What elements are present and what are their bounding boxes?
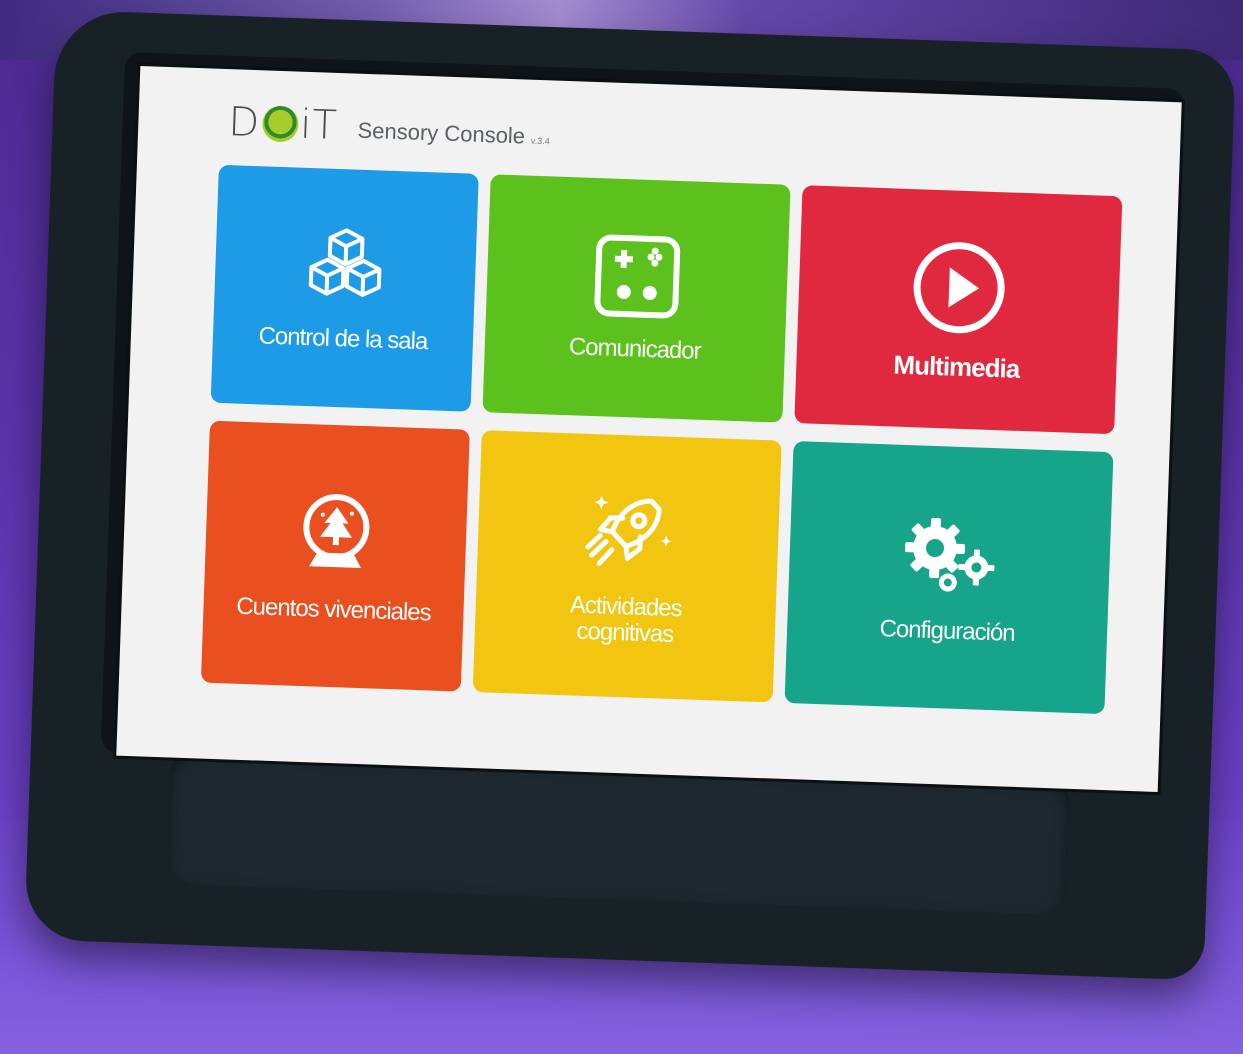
cubes-icon xyxy=(308,228,382,297)
play-icon xyxy=(913,242,1005,334)
tile-label: Actividades cognitivas xyxy=(569,591,682,648)
tile-actividades-cognitivas[interactable]: Actividades cognitivas xyxy=(472,430,782,703)
tile-cuentos-vivenciales[interactable]: Cuentos vivenciales xyxy=(200,420,470,692)
tile-configuracion[interactable]: Configuración xyxy=(784,441,1114,715)
tile-label: Multimedia xyxy=(892,349,1020,384)
rocket-icon xyxy=(585,495,672,566)
tile-label: Control de la sala xyxy=(258,322,428,356)
tile-label: Cuentos vivenciales xyxy=(235,592,432,627)
snow-globe-icon xyxy=(303,494,370,569)
logo-eye-icon xyxy=(261,105,299,143)
gamepad-icon xyxy=(594,234,681,319)
tile-label-line2: cognitivas xyxy=(576,617,674,648)
logo-text-left: D xyxy=(227,99,262,147)
gears-icon xyxy=(904,517,995,592)
app-screen: D iT Sensory Console v.3.4 Control de la… xyxy=(116,66,1182,792)
app-title: Sensory Console xyxy=(357,117,526,149)
tile-multimedia[interactable]: Multimedia xyxy=(794,185,1123,435)
doit-logo: D iT xyxy=(228,99,339,149)
tile-label: Comunicador xyxy=(568,333,702,365)
app-header: D iT Sensory Console v.3.4 xyxy=(228,95,551,156)
logo-text-right: iT xyxy=(299,101,339,149)
menu-grid: Control de la sala Comunicador Multimedi… xyxy=(199,164,1123,756)
tile-comunicador[interactable]: Comunicador xyxy=(482,174,791,423)
tile-label: Configuración xyxy=(879,615,1016,647)
app-version: v.3.4 xyxy=(530,135,550,147)
tile-control-de-la-sala[interactable]: Control de la sala xyxy=(210,164,479,412)
